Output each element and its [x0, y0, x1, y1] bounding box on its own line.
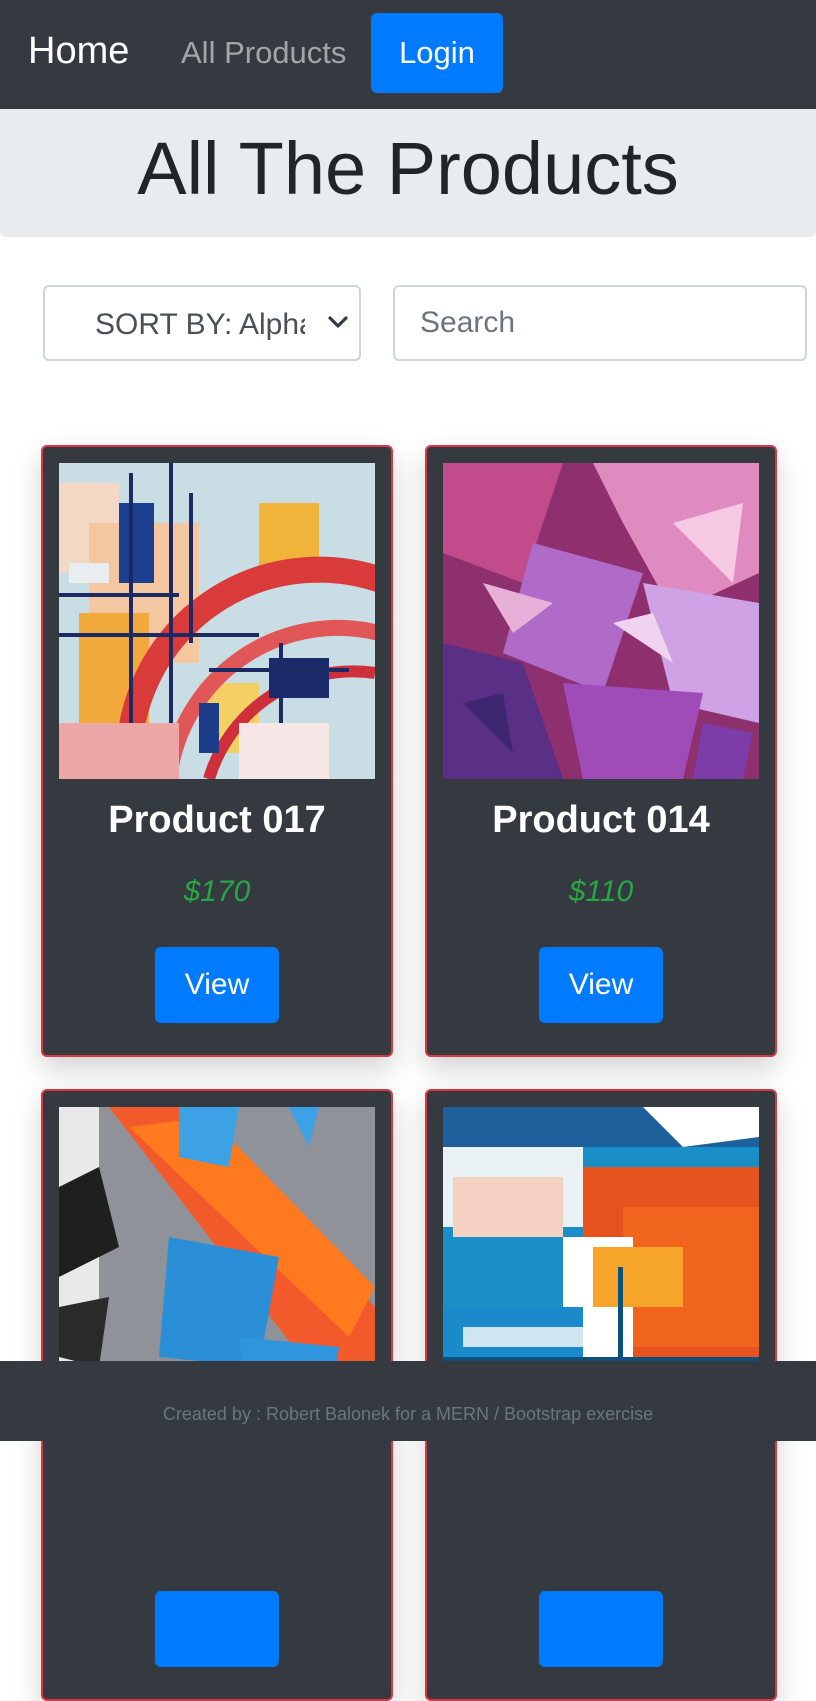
sort-selected-value: SORT BY: Alphabetical: [95, 308, 305, 341]
sort-select[interactable]: SORT BY: Alphabetical: [43, 285, 361, 361]
view-button[interactable]: [155, 1591, 279, 1667]
product-card: Product 017 $170 View: [41, 445, 393, 1057]
product-image[interactable]: [59, 463, 375, 779]
product-price: $170: [183, 875, 251, 908]
view-button[interactable]: View: [539, 947, 663, 1023]
login-button[interactable]: Login: [371, 13, 503, 93]
nav-all-products-link[interactable]: All Products: [181, 35, 346, 71]
view-button[interactable]: [539, 1591, 663, 1667]
chevron-down-icon: [328, 316, 348, 328]
product-name: Product 014: [492, 799, 710, 841]
product-card: Product 014 $110 View: [425, 445, 777, 1057]
product-price: $110: [568, 875, 634, 908]
view-button[interactable]: View: [155, 947, 279, 1023]
page-header: All The Products: [0, 109, 816, 237]
product-image[interactable]: [443, 463, 759, 779]
navbar: Home All Products Login: [0, 0, 816, 109]
nav-home-link[interactable]: Home: [28, 30, 129, 73]
page-title: All The Products: [137, 127, 679, 210]
footer: Created by : Robert Balonek for a MERN /…: [0, 1361, 816, 1441]
footer-credit: Created by : Robert Balonek for a MERN /…: [162, 1404, 654, 1424]
search-input[interactable]: [393, 285, 807, 361]
product-name: Product 017: [108, 799, 326, 841]
